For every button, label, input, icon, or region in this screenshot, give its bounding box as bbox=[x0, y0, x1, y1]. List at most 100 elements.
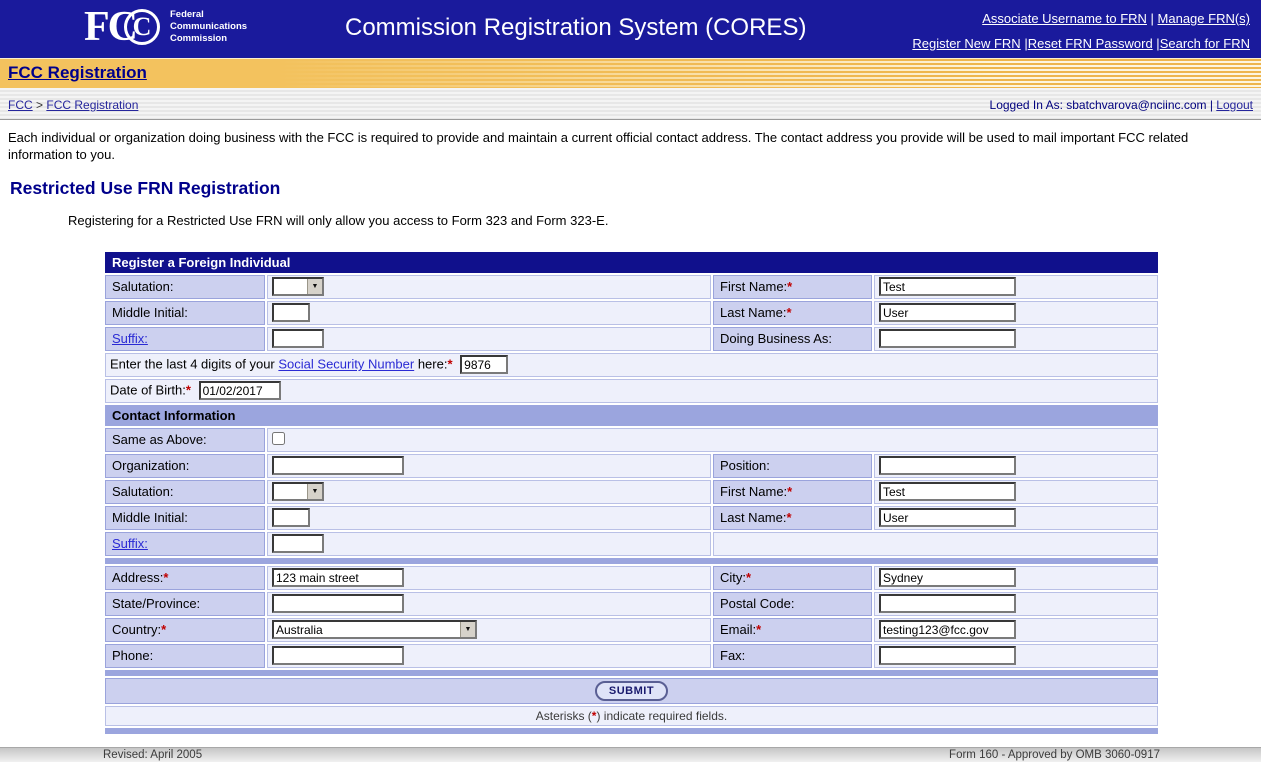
salutation-select[interactable]: ▼ bbox=[272, 277, 324, 296]
phone-label: Phone: bbox=[105, 644, 265, 668]
suffix-link[interactable]: Suffix: bbox=[112, 331, 148, 346]
divider-row bbox=[105, 728, 1158, 734]
required-fields-note-row: Asterisks (*) indicate required fields. bbox=[105, 706, 1158, 726]
footer-revised-text: Revised: April 2005 bbox=[103, 749, 202, 761]
state-province-label: State/Province: bbox=[105, 592, 265, 616]
organization-label: Organization: bbox=[105, 454, 265, 478]
manage-frns-link[interactable]: Manage FRN(s) bbox=[1158, 11, 1250, 26]
associate-username-link[interactable]: Associate Username to FRN bbox=[982, 11, 1147, 26]
intro-paragraph: Each individual or organization doing bu… bbox=[8, 130, 1255, 164]
breadcrumb-fcc-link[interactable]: FCC bbox=[8, 98, 33, 112]
suffix-input[interactable] bbox=[272, 329, 324, 348]
fcc-logo: FCC Federal Communications Commission bbox=[84, 7, 247, 47]
phone-input[interactable] bbox=[272, 646, 404, 665]
ssn-link[interactable]: Social Security Number bbox=[278, 357, 414, 372]
dropdown-arrow-icon: ▼ bbox=[307, 484, 322, 499]
form-row: Phone: Fax: bbox=[105, 644, 1158, 668]
required-note: Asterisks ( bbox=[536, 709, 592, 723]
form-row-ssn: Enter the last 4 digits of your Social S… bbox=[105, 353, 1158, 377]
form-row: Address:* City:* bbox=[105, 566, 1158, 590]
registration-form-table: Register a Foreign Individual Salutation… bbox=[103, 250, 1160, 736]
contact-first-name-label: First Name:* bbox=[713, 480, 872, 504]
form-row-dob: Date of Birth:* bbox=[105, 379, 1158, 403]
header-nav: Associate Username to FRN | Manage FRN(s… bbox=[912, 6, 1250, 56]
dba-input[interactable] bbox=[879, 329, 1016, 348]
app-header: FCC Federal Communications Commission Co… bbox=[0, 0, 1261, 58]
country-select[interactable]: Australia▼ bbox=[272, 620, 477, 639]
email-input[interactable] bbox=[879, 620, 1016, 639]
submit-row: SUBMIT bbox=[105, 678, 1158, 704]
search-for-frn-link[interactable]: Search for FRN bbox=[1160, 36, 1250, 51]
register-new-frn-link[interactable]: Register New FRN bbox=[912, 36, 1020, 51]
breadcrumb-fcc-registration-link[interactable]: FCC Registration bbox=[46, 98, 138, 112]
postal-code-label: Postal Code: bbox=[713, 592, 872, 616]
contact-suffix-link[interactable]: Suffix: bbox=[112, 536, 148, 551]
breadcrumb: FCC > FCC Registration bbox=[8, 98, 138, 112]
last-name-label: Last Name:* bbox=[713, 301, 872, 325]
form-section-header-row: Register a Foreign Individual bbox=[105, 252, 1158, 273]
fax-input[interactable] bbox=[879, 646, 1016, 665]
dba-label: Doing Business As: bbox=[713, 327, 872, 351]
divider-row bbox=[105, 558, 1158, 564]
dropdown-arrow-icon: ▼ bbox=[307, 279, 322, 294]
middle-initial-input[interactable] bbox=[272, 303, 310, 322]
form-row: Suffix: bbox=[105, 532, 1158, 556]
contact-middle-initial-label: Middle Initial: bbox=[105, 506, 265, 530]
contact-suffix-input[interactable] bbox=[272, 534, 324, 553]
page-title: Commission Registration System (CORES) bbox=[345, 14, 806, 42]
contact-first-name-input[interactable] bbox=[879, 482, 1016, 501]
same-as-above-label: Same as Above: bbox=[105, 428, 265, 452]
section-subtext: Registering for a Restricted Use FRN wil… bbox=[68, 213, 1261, 228]
form-row: Organization: Position: bbox=[105, 454, 1158, 478]
header-nav-row2: Register New FRN |Reset FRN Password |Se… bbox=[912, 31, 1250, 56]
section-heading: Restricted Use FRN Registration bbox=[10, 178, 1261, 199]
email-label: Email:* bbox=[713, 618, 872, 642]
logged-in-text: Logged In As: sbatchvarova@nciinc.com bbox=[990, 98, 1207, 112]
fcc-logo-caption: Federal Communications Commission bbox=[170, 9, 247, 45]
form-section-title: Register a Foreign Individual bbox=[105, 252, 1158, 273]
city-input[interactable] bbox=[879, 568, 1016, 587]
last-name-input[interactable] bbox=[879, 303, 1016, 322]
state-province-input[interactable] bbox=[272, 594, 404, 613]
form-row: Salutation: ▼ First Name:* bbox=[105, 480, 1158, 504]
first-name-input[interactable] bbox=[879, 277, 1016, 296]
form-row: State/Province: Postal Code: bbox=[105, 592, 1158, 616]
ssn-input[interactable] bbox=[460, 355, 508, 374]
address-input[interactable] bbox=[272, 568, 404, 587]
contact-salutation-label: Salutation: bbox=[105, 480, 265, 504]
page-footer: Revised: April 2005 Form 160 - Approved … bbox=[0, 747, 1261, 762]
contact-salutation-select[interactable]: ▼ bbox=[272, 482, 324, 501]
form-row: Middle Initial: Last Name:* bbox=[105, 301, 1158, 325]
logged-in-status: Logged In As: sbatchvarova@nciinc.com | … bbox=[990, 98, 1253, 112]
fcc-logo-icon: FCC bbox=[84, 7, 160, 47]
reset-frn-password-link[interactable]: Reset FRN Password bbox=[1028, 36, 1153, 51]
same-as-above-checkbox[interactable] bbox=[272, 432, 285, 445]
first-name-label: First Name:* bbox=[713, 275, 872, 299]
position-label: Position: bbox=[713, 454, 872, 478]
position-input[interactable] bbox=[879, 456, 1016, 475]
submit-button[interactable]: SUBMIT bbox=[595, 681, 668, 701]
form-row: Suffix: Doing Business As: bbox=[105, 327, 1158, 351]
contact-middle-initial-input[interactable] bbox=[272, 508, 310, 527]
header-nav-row1: Associate Username to FRN | Manage FRN(s… bbox=[912, 6, 1250, 31]
fax-label: Fax: bbox=[713, 644, 872, 668]
logout-link[interactable]: Logout bbox=[1216, 98, 1253, 112]
fcc-registration-banner-link[interactable]: FCC Registration bbox=[8, 63, 147, 83]
contact-last-name-input[interactable] bbox=[879, 508, 1016, 527]
postal-code-input[interactable] bbox=[879, 594, 1016, 613]
contact-information-title: Contact Information bbox=[105, 405, 1158, 426]
dob-label: Date of Birth: bbox=[110, 383, 186, 398]
dropdown-arrow-icon: ▼ bbox=[460, 622, 475, 637]
gold-banner: FCC Registration bbox=[0, 58, 1261, 88]
cores-registration-page: FCC Federal Communications Commission Co… bbox=[0, 0, 1261, 762]
footer-form-approval-text: Form 160 - Approved by OMB 3060-0917 bbox=[949, 749, 1160, 761]
middle-initial-label: Middle Initial: bbox=[105, 301, 265, 325]
form-row: Middle Initial: Last Name:* bbox=[105, 506, 1158, 530]
dob-input[interactable] bbox=[199, 381, 281, 400]
contact-last-name-label: Last Name:* bbox=[713, 506, 872, 530]
organization-input[interactable] bbox=[272, 456, 404, 475]
salutation-label: Salutation: bbox=[105, 275, 265, 299]
contact-information-header-row: Contact Information bbox=[105, 405, 1158, 426]
address-label: Address:* bbox=[105, 566, 265, 590]
form-row: Country:* Australia▼ Email:* bbox=[105, 618, 1158, 642]
